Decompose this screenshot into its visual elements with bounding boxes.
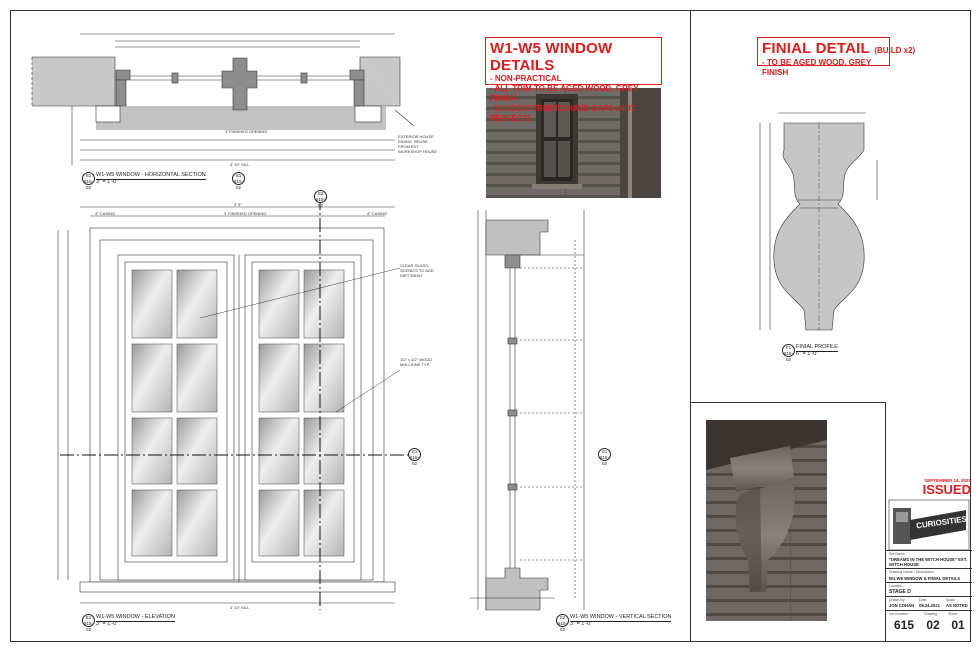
issued-label: ISSUED [922, 482, 971, 497]
section-marker-s1-vert: S1 615-02 [598, 448, 611, 466]
note-casing-right: 4" CASING [367, 211, 388, 216]
vertical-section [470, 210, 585, 611]
horizontal-section-caption: W1-W5 WINDOW - HORIZONTAL SECTION 3" = 1'… [96, 172, 206, 185]
tb-meta-row: Drawn By JON COHAN Date 08.24.2021 Scale… [886, 596, 972, 610]
note-mullions: 1/2" x 1/2" WOOD MULLIONS TYP. [400, 357, 433, 367]
issued-stamp: SEPTEMBER 24, 2021 ISSUED [885, 478, 971, 496]
finial-note-suffix: (BUILD x2) [874, 46, 916, 55]
vertical-section-caption: W1-W5 WINDOW - VERTICAL SECTION 3" = 1'-0… [570, 614, 672, 627]
section-marker-s2-top: S2 615-02 [314, 190, 327, 208]
note-sill-e: 3' 10" SILL [230, 605, 250, 610]
finial-reference-photo [706, 420, 827, 621]
logo-text: CURIOSITIES [915, 514, 968, 531]
finial-profile-bubble: F1 615-02 [782, 344, 795, 362]
window-note-title: W1-W5 WINDOW DETAILS [490, 40, 613, 74]
window-elevation [57, 206, 396, 604]
title-block: CURIOSITIES Set Name "DREAMS IN THE WITC… [885, 498, 972, 642]
note-exterior-siding: EXTERIOR HOUSE SIDING. REUSE FROM EXT. W… [398, 134, 438, 154]
horizontal-section [31, 33, 415, 165]
note-finished-opening-e: 3' FINISHED OPENING [224, 211, 267, 216]
finial-profile [759, 112, 878, 331]
note-clear-glass: CLEAR GLASS, SCENICS TO ADD DIRT WASH [400, 263, 434, 278]
finial-note-line-1: - TO BE AGED WOOD, GREY FINISH [762, 58, 872, 77]
window-note-line-1: - NON-PRACTICAL [490, 74, 562, 83]
tb-show-row: Set Name "DREAMS IN THE WITCH HOUSE" EXT… [886, 550, 972, 568]
drawing-number: 02 [926, 618, 940, 632]
tb-drawing-row: Drawing Name / Description W1-W5 WINDOW … [886, 568, 972, 582]
tb-stage-row: Location STAGE D [886, 582, 972, 596]
window-note-line-2: - ALL TRIM TO BE AGED WOOD, GREY FINISH [490, 84, 639, 103]
tb-numbers-row: Set Number 615 Drawing 02 Sheet 01 [886, 610, 972, 642]
section-marker-s1-right: S1 615-02 [408, 448, 421, 466]
section-marker-s1-top: S1 615-02 [232, 172, 245, 190]
note-sill-h: 3' 10" SILL [230, 162, 250, 167]
set-number: 615 [893, 618, 915, 632]
finial-note-title: FINIAL DETAIL [762, 40, 870, 57]
note-casing-left: 4" CASING [95, 211, 116, 216]
note-overall-e: 3' 9" [234, 202, 242, 207]
horizontal-section-bubble: S1 615-02 [82, 172, 95, 190]
vertical-section-bubble: S2 615-02 [556, 614, 569, 632]
finial-profile-caption: FINIAL PROFILE 6" = 1'-0" [796, 344, 838, 357]
finial-details-note: FINIAL DETAIL (BUILD x2) - TO BE AGED WO… [757, 37, 915, 77]
sheet-number: 01 [951, 618, 965, 632]
elevation-caption: W1-W5 WINDOW - ELEVATION 3" = 1'-0" [96, 614, 175, 627]
window-note-line-3: - WINDOW TRIM TO HAVE GAPS (NOT PERFECT) [490, 104, 636, 123]
elevation-bubble: E1 615-02 [82, 614, 95, 632]
note-finished-opening-h: 3' FINISHED OPENING [225, 129, 268, 134]
window-details-note: W1-W5 WINDOW DETAILS - NON-PRACTICAL - A… [485, 37, 662, 123]
